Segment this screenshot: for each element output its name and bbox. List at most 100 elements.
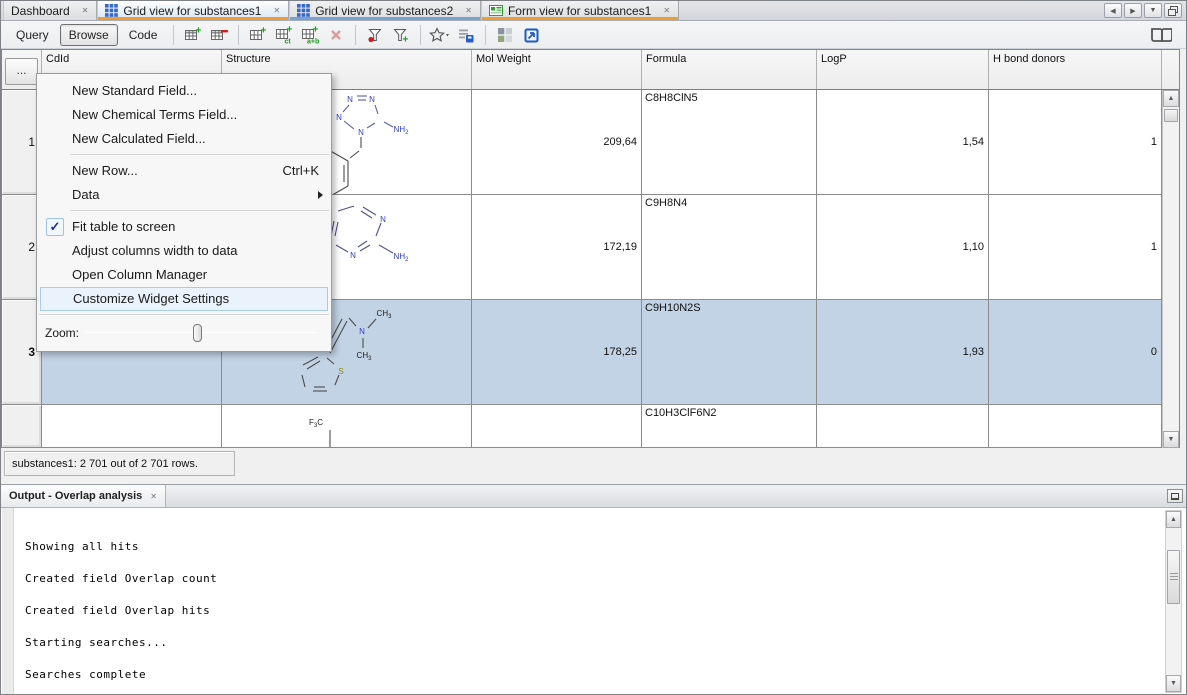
toolbar-separator <box>355 25 356 45</box>
table-row[interactable]: F3C C10H3ClF6N2 <box>2 405 1179 448</box>
close-icon[interactable]: ✕ <box>464 6 473 15</box>
menu-item-new-chemical-terms-field[interactable]: New Chemical Terms Field... <box>37 103 331 127</box>
menu-item-fit-table-to-screen[interactable]: ✓ Fit table to screen <box>37 215 331 239</box>
book-icon[interactable] <box>1148 23 1172 47</box>
cell-cdid[interactable] <box>42 405 222 448</box>
filter-icon[interactable] <box>363 23 387 47</box>
minimize-window-icon <box>1171 493 1179 500</box>
console-output[interactable]: Showing all hits Created field Overlap c… <box>15 508 1163 695</box>
cell-formula[interactable]: C10H3ClF6N2 <box>642 405 817 448</box>
tab-grid-view-substances2[interactable]: Grid view for substances2 ✕ <box>289 1 481 20</box>
column-header-formula[interactable]: Formula <box>642 50 817 89</box>
tab-list-dropdown-button[interactable]: ▼ <box>1144 3 1162 18</box>
svg-text:N: N <box>358 128 364 137</box>
tab-output-overlap-analysis[interactable]: Output - Overlap analysis ✕ <box>1 485 166 507</box>
scroll-down-icon[interactable]: ▼ <box>1163 431 1179 448</box>
cell-logp[interactable]: 1,10 <box>817 195 989 300</box>
grid-options-context-menu: New Standard Field... New Chemical Terms… <box>36 73 332 352</box>
cell-mol-weight[interactable]: 209,64 <box>472 90 642 195</box>
cell-formula[interactable]: C9H8N4 <box>642 195 817 300</box>
delete-row-icon[interactable] <box>207 23 231 47</box>
menu-item-data[interactable]: Data <box>37 183 331 207</box>
cell-logp[interactable]: 1,93 <box>817 300 989 405</box>
column-header-logp[interactable]: LogP <box>817 50 989 89</box>
toolbar-separator <box>173 25 174 45</box>
menu-separator <box>39 314 329 316</box>
svg-text:F3C: F3C <box>309 418 323 429</box>
scroll-down-icon[interactable]: ▼ <box>1166 675 1181 692</box>
zoom-slider-thumb[interactable] <box>193 324 202 342</box>
console-gutter <box>2 508 14 695</box>
new-chemical-terms-field-icon[interactable]: + ct <box>272 23 296 47</box>
cell-mol-weight[interactable] <box>472 405 642 448</box>
scrollbar-thumb[interactable] <box>1167 550 1180 604</box>
add-filter-icon[interactable]: + <box>389 23 413 47</box>
new-standard-field-icon[interactable]: + <box>246 23 270 47</box>
tab-dashboard[interactable]: Dashboard ✕ <box>3 1 97 20</box>
scrollbar-thumb[interactable] <box>1164 109 1178 122</box>
scroll-tabs-left-button[interactable]: ◀ <box>1104 3 1122 18</box>
manage-lists-icon[interactable] <box>454 23 478 47</box>
cell-h-bond-donors[interactable]: 1 <box>989 195 1162 300</box>
cell-structure[interactable]: F3C <box>222 405 472 448</box>
minimize-panel-button[interactable] <box>1167 489 1183 503</box>
column-header-h-bond-donors[interactable]: H bond donors <box>989 50 1162 89</box>
grid-vertical-scrollbar[interactable]: ▲ ▼ <box>1162 90 1179 448</box>
close-icon[interactable]: ✕ <box>150 492 157 501</box>
svg-text:N: N <box>347 95 353 104</box>
header-scrollbar-spacer <box>1162 50 1179 89</box>
cell-formula[interactable]: C8H8ClN5 <box>642 90 817 195</box>
cell-logp[interactable]: 1,54 <box>817 90 989 195</box>
cell-mol-weight[interactable]: 172,19 <box>472 195 642 300</box>
cell-h-bond-donors[interactable]: 0 <box>989 300 1162 405</box>
browse-mode-button[interactable]: Browse <box>60 24 118 46</box>
status-bar: substances1: 2 701 out of 2 701 rows. <box>4 451 235 476</box>
svg-text:+: + <box>312 26 318 36</box>
cell-logp[interactable] <box>817 405 989 448</box>
svg-text:S: S <box>338 367 343 376</box>
cell-h-bond-donors[interactable]: 1 <box>989 90 1162 195</box>
output-vertical-scrollbar[interactable]: ▲ ▼ <box>1165 510 1182 693</box>
grid-toolbar: Query Browse Code + + + ct +a+b + <box>1 21 1186 49</box>
svg-text:N: N <box>369 95 375 104</box>
cell-formula[interactable]: C9H10N2S <box>642 300 817 405</box>
console-line: Showing all hits <box>25 530 1163 562</box>
new-calculated-field-icon[interactable]: +a+b <box>298 23 322 47</box>
menu-item-customize-widget-settings[interactable]: Customize Widget Settings <box>40 287 328 311</box>
menu-item-open-column-manager[interactable]: Open Column Manager <box>37 263 331 287</box>
document-tab-bar: Dashboard ✕ Grid view for substances1 ✕ <box>1 1 1186 21</box>
cell-mol-weight[interactable]: 178,25 <box>472 300 642 405</box>
scroll-up-icon[interactable]: ▲ <box>1163 90 1179 107</box>
svg-text:ct: ct <box>284 38 291 44</box>
menu-item-adjust-columns-width[interactable]: Adjust columns width to data <box>37 239 331 263</box>
toolbar-separator <box>485 25 486 45</box>
close-icon[interactable]: ✕ <box>272 6 281 15</box>
cell-h-bond-donors[interactable] <box>989 405 1162 448</box>
svg-text:CH3: CH3 <box>357 351 373 362</box>
row-header[interactable] <box>2 405 42 448</box>
scroll-tabs-right-button[interactable]: ▶ <box>1124 3 1142 18</box>
favorites-icon[interactable] <box>428 23 452 47</box>
svg-text:+: + <box>286 26 292 36</box>
code-mode-button[interactable]: Code <box>120 24 167 46</box>
add-row-icon[interactable]: + <box>181 23 205 47</box>
menu-item-new-standard-field[interactable]: New Standard Field... <box>37 79 331 103</box>
remove-field-icon[interactable] <box>324 23 348 47</box>
svg-text:N: N <box>359 327 365 336</box>
close-icon[interactable]: ✕ <box>662 6 671 15</box>
tab-grid-view-substances1[interactable]: Grid view for substances1 ✕ <box>97 1 289 20</box>
menu-item-new-calculated-field[interactable]: New Calculated Field... <box>37 127 331 151</box>
console-line: Created field Overlap count <box>25 562 1163 594</box>
maximize-window-button[interactable] <box>1164 3 1182 18</box>
tab-form-view-substances1[interactable]: Form view for substances1 ✕ <box>481 1 679 20</box>
export-view-icon[interactable] <box>519 23 543 47</box>
column-header-mol-weight[interactable]: Mol Weight <box>472 50 642 89</box>
menu-item-new-row[interactable]: New Row... Ctrl+K <box>37 159 331 183</box>
query-mode-button[interactable]: Query <box>7 24 58 46</box>
scroll-up-icon[interactable]: ▲ <box>1166 511 1181 528</box>
zoom-slider[interactable] <box>85 323 317 343</box>
close-icon[interactable]: ✕ <box>81 6 90 15</box>
grid-options-button[interactable]: ... <box>5 58 38 85</box>
widgets-icon[interactable] <box>493 23 517 47</box>
svg-text:N: N <box>336 113 342 122</box>
